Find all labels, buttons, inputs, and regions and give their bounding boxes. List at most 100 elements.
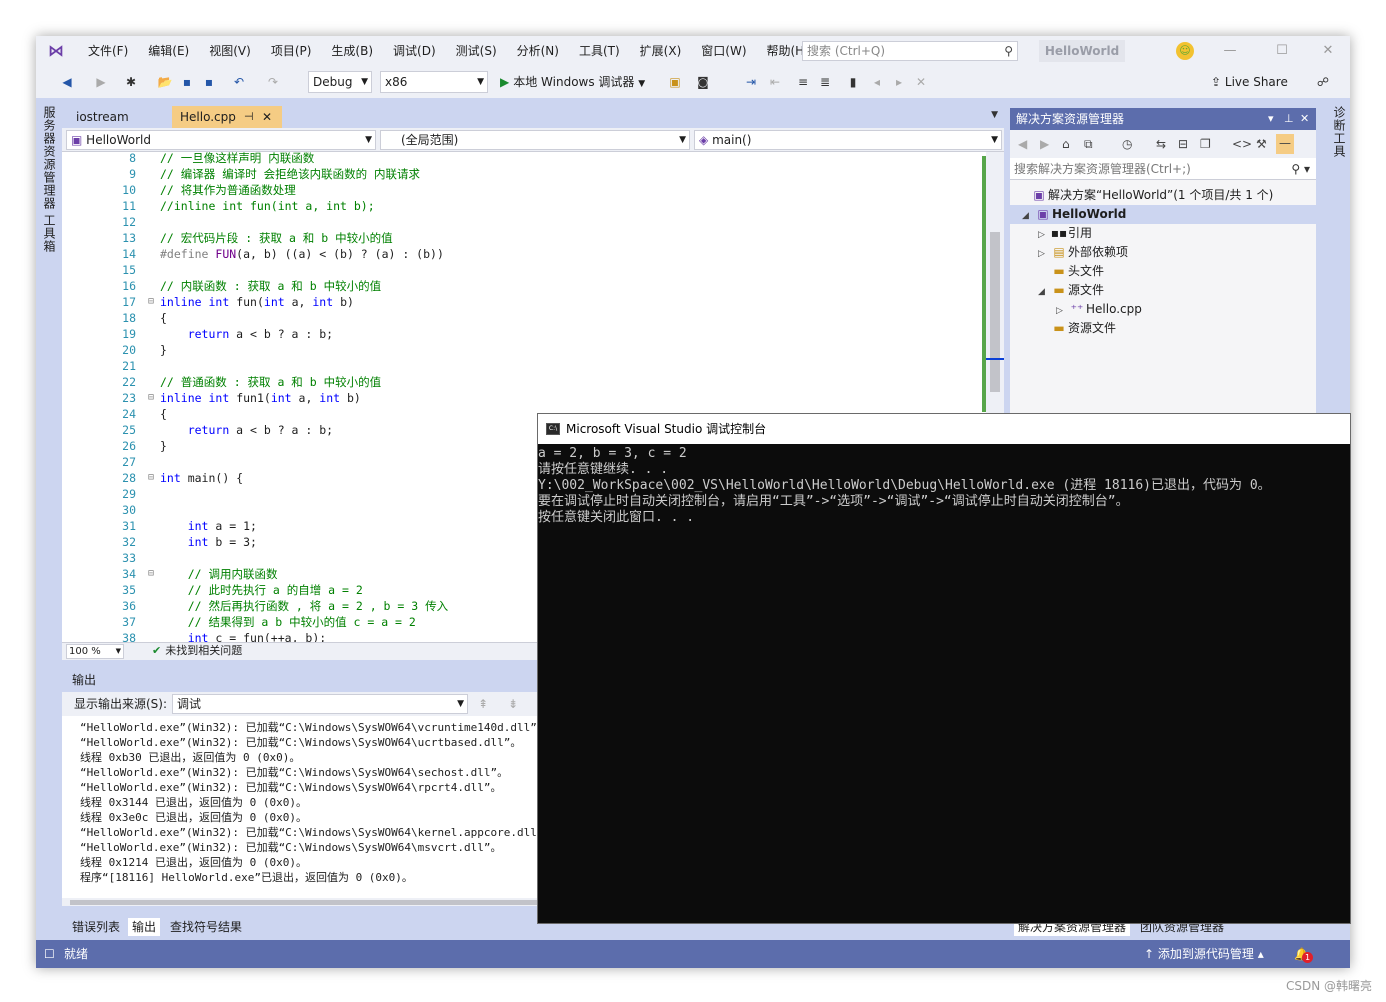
menu-file[interactable]: 文件(F) [78, 36, 138, 66]
chevron-down-icon[interactable]: ▾ [1268, 108, 1274, 130]
menu-project[interactable]: 项目(P) [261, 36, 322, 66]
server-explorer-tab[interactable]: 服务器资源管理器 [41, 106, 58, 210]
properties-icon[interactable]: ⚒ [1256, 130, 1267, 158]
tree-item-project[interactable]: ◢ ▣ HelloWorld [1010, 205, 1316, 224]
source-control-button[interactable]: ↑ 添加到源代码管理 ▴ [1144, 940, 1264, 968]
close-tab-icon[interactable]: ✕ [262, 106, 272, 128]
chevron-down-icon[interactable]: ▼ [991, 110, 998, 120]
pin-icon[interactable]: ⊣ [244, 106, 254, 128]
maximize-button[interactable]: ☐ [1272, 42, 1292, 60]
home-icon[interactable]: ⌂ [1062, 130, 1070, 158]
menu-build[interactable]: 生成(B) [321, 36, 383, 66]
menu-edit[interactable]: 编辑(E) [138, 36, 199, 66]
quick-search-input[interactable]: 搜索 (Ctrl+Q) ⚲ [802, 41, 1018, 61]
tab-output[interactable]: 输出 [128, 918, 161, 936]
diagnostic-tools-tab[interactable]: 诊断工具 [1331, 106, 1348, 158]
tree-item-hello-cpp[interactable]: ▷ ⁺⁺ Hello.cpp [1056, 300, 1142, 319]
close-button[interactable]: ✕ [1318, 42, 1338, 60]
clear-all-icon[interactable]: ⇟ [508, 692, 518, 716]
tab-error-list[interactable]: 错误列表 [68, 918, 124, 936]
pending-changes-icon[interactable]: ◷ [1122, 130, 1132, 158]
output-line: “HelloWorld.exe”(Win32): 已加载“C:\Windows\… [80, 841, 502, 854]
feedback-icon[interactable]: ☍ [1314, 73, 1332, 91]
sync-icon[interactable]: ⇆ [1156, 130, 1166, 158]
bookmark-icon[interactable]: ▮ [844, 73, 862, 91]
save-icon[interactable]: ▪ [178, 73, 196, 91]
member-select[interactable]: ◈ main() ▼ [694, 130, 1002, 150]
menu-view[interactable]: 视图(V) [199, 36, 261, 66]
fold-toggle-icon[interactable]: ⊟ [148, 390, 158, 406]
code-text: { [160, 311, 167, 325]
tab-find-symbol-results[interactable]: 查找符号结果 [166, 918, 246, 936]
expanded-icon[interactable]: ◢ [1022, 207, 1034, 226]
visual-studio-logo-icon: ⋈ [48, 41, 64, 60]
prev-bookmark-icon[interactable]: ◂ [868, 73, 886, 91]
menu-extensions[interactable]: 扩展(X) [630, 36, 692, 66]
tab-iostream[interactable]: iostream [68, 106, 168, 128]
collapse-all-icon[interactable]: ⊟ [1178, 130, 1188, 158]
solution-configuration-select[interactable]: Debug ▼ [308, 71, 372, 93]
clear-bookmarks-icon[interactable]: ✕ [912, 73, 930, 91]
console-title-bar[interactable]: C:\ Microsoft Visual Studio 调试控制台 [538, 414, 1350, 444]
next-bookmark-icon[interactable]: ▸ [890, 73, 908, 91]
menu-test[interactable]: 测试(S) [446, 36, 507, 66]
menu-tools[interactable]: 工具(T) [569, 36, 630, 66]
code-view-icon[interactable]: <> [1232, 130, 1252, 158]
tree-item-external-deps[interactable]: ▷ ▤ 外部依赖项 [1038, 243, 1128, 262]
navigate-back-icon[interactable]: ◀ [58, 73, 76, 91]
zoom-select[interactable]: 100 % ▼ [66, 644, 124, 659]
code-text: int c = fun(++a, b); [187, 631, 327, 642]
scope-select[interactable]: (全局范围) ▼ [380, 130, 690, 150]
notifications-button[interactable]: 🔔 1 [1294, 940, 1313, 968]
issues-indicator[interactable]: ✔ 未找到相关问题 [152, 643, 242, 659]
start-debugger-button[interactable]: ▶ 本地 Windows 调试器 ▼ [500, 72, 645, 92]
project-select[interactable]: ▣ HelloWorld ▼ [66, 130, 376, 150]
output-horizontal-scrollbar[interactable] [62, 898, 564, 906]
find-message-icon[interactable]: ⇞ [478, 692, 488, 716]
close-icon[interactable]: ✕ [1300, 108, 1309, 130]
menu-analyze[interactable]: 分析(N) [507, 36, 569, 66]
scrollbar-thumb[interactable] [990, 232, 1000, 392]
solution-explorer-search-input[interactable]: 搜索解决方案资源管理器(Ctrl+;) ⚲ ▾ [1010, 158, 1316, 180]
fold-toggle-icon[interactable]: ⊟ [148, 566, 158, 582]
tab-hello-cpp[interactable]: Hello.cpp ⊣ ✕ [172, 106, 282, 128]
preview-icon[interactable]: — [1276, 134, 1294, 154]
show-all-files-icon[interactable]: ❐ [1200, 130, 1211, 158]
tree-item-sources[interactable]: ◢ ▬ 源文件 [1038, 281, 1104, 300]
browse-icon[interactable]: ▣ [666, 73, 684, 91]
new-project-icon[interactable]: ✱ [122, 73, 140, 91]
tree-item-headers[interactable]: ▬ 头文件 [1038, 262, 1104, 281]
scrollbar-thumb[interactable] [70, 900, 550, 905]
open-file-icon[interactable]: 📂 [156, 73, 174, 91]
navigate-forward-icon[interactable]: ▶ [92, 73, 110, 91]
fold-toggle-icon[interactable]: ⊟ [148, 294, 158, 310]
expanded-icon[interactable]: ◢ [1038, 283, 1050, 302]
tree-item-solution[interactable]: ▣ 解决方案“HelloWorld”(1 个项目/共 1 个) [1018, 186, 1273, 205]
menu-debug[interactable]: 调试(D) [383, 36, 446, 66]
forward-icon[interactable]: ▶ [1040, 130, 1049, 158]
output-text[interactable]: “HelloWorld.exe”(Win32): 已加载“C:\Windows\… [62, 716, 564, 902]
debug-console-window[interactable]: C:\ Microsoft Visual Studio 调试控制台 a = 2,… [537, 413, 1351, 924]
toolbox-tab[interactable]: 工具箱 [41, 214, 58, 253]
solution-platform-select[interactable]: x86 ▼ [380, 71, 488, 93]
outdent-icon[interactable]: ⇤ [766, 73, 784, 91]
console-output[interactable]: a = 2, b = 3, c = 2 请按任意键继续. . . Y:\002_… [538, 446, 1350, 923]
screenshot-icon[interactable]: ◙ [694, 73, 712, 91]
indent-icon[interactable]: ⇥ [742, 73, 760, 91]
minimize-button[interactable]: — [1220, 42, 1240, 60]
output-source-select[interactable]: 调试 ▼ [172, 694, 468, 714]
live-share-button[interactable]: ⇪ Live Share [1211, 72, 1288, 92]
pin-icon[interactable]: ⊥ [1284, 108, 1294, 130]
switch-views-icon[interactable]: ⧉ [1084, 130, 1093, 158]
redo-icon[interactable]: ↷ [264, 73, 282, 91]
uncomment-icon[interactable]: ≣ [816, 73, 834, 91]
account-icon[interactable]: ☺ [1176, 42, 1194, 60]
save-all-icon[interactable]: ▪ [200, 73, 218, 91]
back-icon[interactable]: ◀ [1018, 130, 1027, 158]
undo-icon[interactable]: ↶ [230, 73, 248, 91]
fold-toggle-icon[interactable]: ⊟ [148, 470, 158, 486]
tree-item-resources[interactable]: ▬ 资源文件 [1038, 319, 1116, 338]
tree-item-references[interactable]: ▷ ▪▪引用 [1038, 224, 1092, 243]
menu-window[interactable]: 窗口(W) [691, 36, 756, 66]
comment-icon[interactable]: ≡ [794, 73, 812, 91]
